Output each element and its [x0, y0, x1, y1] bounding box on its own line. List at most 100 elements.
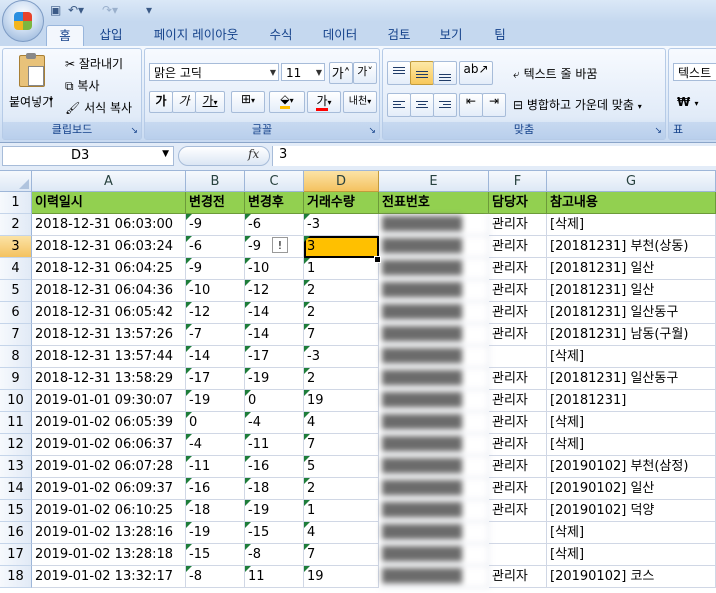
row-header-10[interactable]: 10	[0, 390, 32, 412]
table-cell[interactable]: -8	[245, 544, 304, 566]
table-cell[interactable]: 관리자	[489, 302, 547, 324]
table-cell[interactable]: 2	[304, 280, 379, 302]
align-center-button[interactable]	[410, 93, 434, 117]
table-cell[interactable]: 2	[304, 368, 379, 390]
table-cell[interactable]: -6	[186, 236, 245, 258]
table-cell[interactable]: 11	[245, 566, 304, 588]
table-cell[interactable]: 7	[304, 324, 379, 346]
table-cell[interactable]: [20190102] 부천(삼정)	[547, 456, 716, 478]
table-cell[interactable]: ████████	[379, 544, 489, 566]
row-header-11[interactable]: 11	[0, 412, 32, 434]
currency-button[interactable]: ₩ ▾	[677, 95, 698, 109]
align-bottom-button[interactable]	[433, 61, 457, 85]
table-cell[interactable]: [20181231] 남동(구월)	[547, 324, 716, 346]
formula-input[interactable]: 3	[272, 146, 716, 166]
row-header-15[interactable]: 15	[0, 500, 32, 522]
table-cell[interactable]: ████████	[379, 346, 489, 368]
table-cell[interactable]: ████████	[379, 500, 489, 522]
table-cell[interactable]: -10	[245, 258, 304, 280]
table-cell[interactable]: [20181231] 일산동구	[547, 368, 716, 390]
quick-access-dropdown-icon[interactable]: ▾	[146, 3, 152, 19]
tab-review[interactable]: 검토	[378, 25, 420, 46]
column-title-cell[interactable]: 변경전	[186, 192, 245, 214]
column-title-cell[interactable]: 거래수량	[304, 192, 379, 214]
tab-home[interactable]: 홈	[46, 25, 84, 47]
table-cell[interactable]: [20181231] 일산	[547, 280, 716, 302]
table-cell[interactable]: 7	[304, 434, 379, 456]
table-cell[interactable]: ████████	[379, 214, 489, 236]
table-cell[interactable]: 2018-12-31 06:04:36	[32, 280, 186, 302]
table-cell[interactable]: [20181231] 일산동구	[547, 302, 716, 324]
table-cell[interactable]: ████████	[379, 236, 489, 258]
table-cell[interactable]: 5	[304, 456, 379, 478]
table-cell[interactable]: 4	[304, 412, 379, 434]
table-cell[interactable]: -17	[245, 346, 304, 368]
table-cell[interactable]: -4	[245, 412, 304, 434]
table-cell[interactable]: ████████	[379, 324, 489, 346]
tab-view[interactable]: 보기	[430, 25, 472, 46]
table-cell[interactable]: ████████	[379, 390, 489, 412]
table-cell[interactable]: 관리자	[489, 566, 547, 588]
table-cell[interactable]: -19	[186, 522, 245, 544]
table-cell[interactable]: -4	[186, 434, 245, 456]
table-cell[interactable]: 2019-01-01 09:30:07	[32, 390, 186, 412]
table-cell[interactable]: 2018-12-31 06:04:25	[32, 258, 186, 280]
table-cell[interactable]: 2019-01-02 06:09:37	[32, 478, 186, 500]
increase-indent-button[interactable]: ⇥	[482, 93, 506, 117]
insert-function-icon[interactable]: fx	[248, 147, 259, 161]
table-cell[interactable]: 2019-01-02 06:05:39	[32, 412, 186, 434]
row-header-12[interactable]: 12	[0, 434, 32, 456]
table-cell[interactable]: -15	[186, 544, 245, 566]
font-size-combo[interactable]: 11 ▼	[281, 63, 325, 81]
row-header-8[interactable]: 8	[0, 346, 32, 368]
table-cell[interactable]: 관리자	[489, 368, 547, 390]
table-cell[interactable]: 관리자	[489, 412, 547, 434]
row-header-1[interactable]: 1	[0, 192, 32, 214]
table-cell[interactable]: 관리자	[489, 258, 547, 280]
table-cell[interactable]: -12	[245, 280, 304, 302]
table-cell[interactable]: 관리자	[489, 214, 547, 236]
table-cell[interactable]: ████████	[379, 434, 489, 456]
table-cell[interactable]: -9	[186, 258, 245, 280]
table-cell[interactable]: ████████	[379, 412, 489, 434]
alignment-launcher-icon[interactable]: ↘	[654, 126, 662, 136]
row-header-3[interactable]: 3	[0, 236, 32, 258]
table-cell[interactable]: 7	[304, 544, 379, 566]
row-header-4[interactable]: 4	[0, 258, 32, 280]
table-cell[interactable]: [삭제]	[547, 544, 716, 566]
table-cell[interactable]: 관리자	[489, 280, 547, 302]
tab-page-layout[interactable]: 페이지 레이아웃	[144, 25, 248, 46]
row-header-17[interactable]: 17	[0, 544, 32, 566]
align-middle-button[interactable]	[410, 61, 434, 85]
table-cell[interactable]: 2018-12-31 13:58:29	[32, 368, 186, 390]
table-cell[interactable]: -8	[186, 566, 245, 588]
clipboard-launcher-icon[interactable]: ↘	[130, 126, 138, 136]
table-cell[interactable]: -18	[245, 478, 304, 500]
row-header-2[interactable]: 2	[0, 214, 32, 236]
format-painter-button[interactable]: 🖌 서식 복사	[65, 99, 132, 116]
table-cell[interactable]: 2019-01-02 13:32:17	[32, 566, 186, 588]
table-cell[interactable]: ████████	[379, 456, 489, 478]
cut-button[interactable]: ✂ 잘라내기	[65, 55, 123, 72]
row-header-7[interactable]: 7	[0, 324, 32, 346]
phonetic-guide-button[interactable]: 내천▾	[343, 91, 377, 113]
table-cell[interactable]: 0	[186, 412, 245, 434]
table-cell[interactable]: -19	[186, 390, 245, 412]
table-cell[interactable]: 4	[304, 522, 379, 544]
column-title-cell[interactable]: 담당자	[489, 192, 547, 214]
table-cell[interactable]: -10	[186, 280, 245, 302]
table-cell[interactable]: 0	[245, 390, 304, 412]
redo-icon[interactable]: ↷▾	[102, 3, 118, 19]
fill-color-button[interactable]: ⬙▾	[269, 91, 305, 113]
table-cell[interactable]: 2018-12-31 06:03:00	[32, 214, 186, 236]
table-cell[interactable]: 2018-12-31 06:03:24	[32, 236, 186, 258]
column-header-f[interactable]: F	[489, 171, 547, 192]
table-cell[interactable]: ████████	[379, 522, 489, 544]
table-cell[interactable]: -11	[245, 434, 304, 456]
table-cell[interactable]	[489, 544, 547, 566]
table-cell[interactable]: 2018-12-31 13:57:26	[32, 324, 186, 346]
table-cell[interactable]: [20190102] 일산	[547, 478, 716, 500]
table-cell[interactable]: [20181231] 부천(상동)	[547, 236, 716, 258]
table-cell[interactable]: ████████	[379, 258, 489, 280]
paste-button[interactable]: 붙여넣기 ▾	[7, 53, 57, 119]
